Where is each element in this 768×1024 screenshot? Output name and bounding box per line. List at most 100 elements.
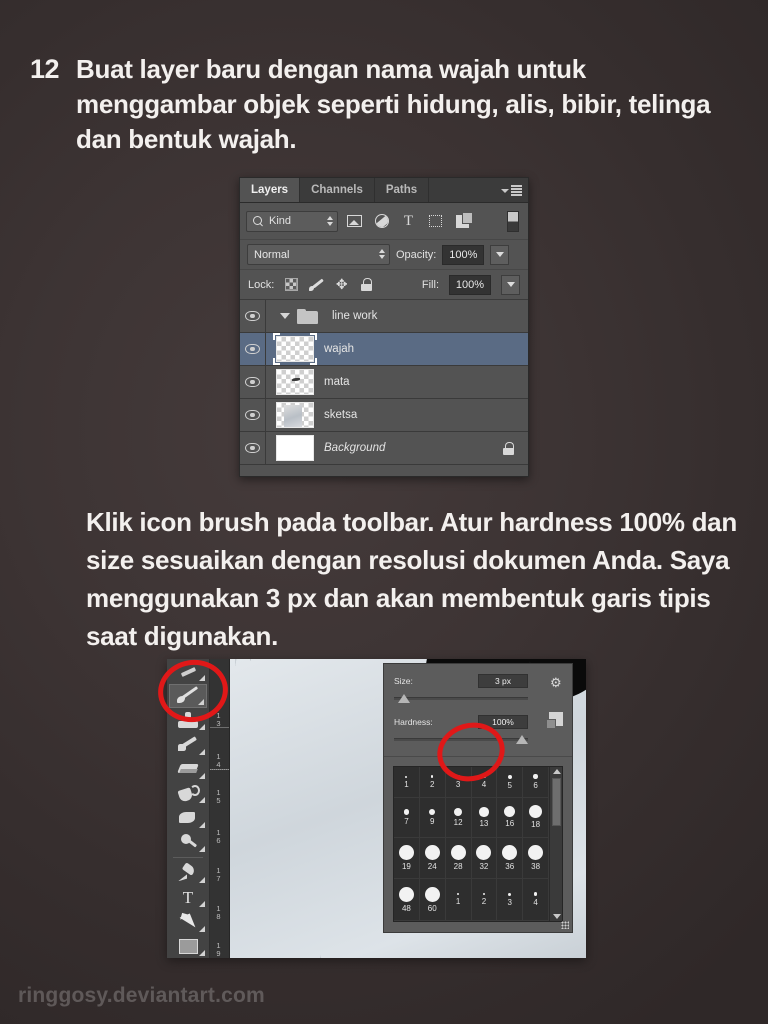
table-row[interactable]: sketsa bbox=[240, 399, 528, 432]
layer-visibility-toggle[interactable] bbox=[240, 366, 266, 398]
eraser-tool[interactable] bbox=[169, 758, 207, 781]
adjustment-filter-icon[interactable] bbox=[371, 211, 392, 232]
layer-name[interactable]: line work bbox=[332, 310, 377, 322]
step-text: Buat layer baru dengan nama wajah untuk … bbox=[76, 54, 711, 154]
history-brush-tool[interactable] bbox=[169, 733, 207, 756]
scroll-down-icon[interactable] bbox=[553, 914, 561, 919]
filter-kind-select[interactable]: Kind bbox=[246, 210, 338, 232]
tab-channels[interactable]: Channels bbox=[300, 178, 375, 202]
paint-bucket-tool[interactable] bbox=[169, 782, 207, 805]
table-row[interactable]: line work bbox=[240, 300, 528, 333]
lock-image-pixels-icon[interactable] bbox=[309, 277, 324, 292]
toolbar-divider bbox=[173, 856, 203, 858]
opacity-value[interactable]: 100% bbox=[442, 244, 485, 265]
size-slider[interactable] bbox=[394, 693, 528, 705]
lock-all-icon[interactable] bbox=[359, 277, 374, 292]
scroll-up-icon[interactable] bbox=[553, 769, 561, 774]
step-12-block: 12 Buat layer baru dengan nama wajah unt… bbox=[30, 52, 730, 157]
new-brush-preset-icon[interactable] bbox=[546, 712, 563, 729]
brush-preset-cell[interactable]: 2 bbox=[471, 879, 498, 921]
brush-preset-cell[interactable]: 16 bbox=[497, 798, 524, 838]
brush-preset-dot bbox=[398, 845, 414, 861]
layer-visibility-toggle[interactable] bbox=[240, 399, 266, 431]
lock-position-icon[interactable]: ✥ bbox=[334, 277, 349, 292]
clone-stamp-tool[interactable] bbox=[169, 709, 207, 732]
hardness-value[interactable]: 100% bbox=[478, 715, 528, 729]
brush-preset-size: 3 bbox=[507, 897, 512, 907]
fill-label: Fill: bbox=[421, 278, 439, 291]
vertical-ruler[interactable]: 13 14 15 16 17 18 19 bbox=[210, 659, 230, 958]
brush-preset-cell[interactable]: 4 bbox=[471, 767, 498, 799]
layer-name[interactable]: Background bbox=[324, 442, 385, 454]
path-selection-tool[interactable] bbox=[169, 910, 207, 933]
brush-preset-cell[interactable]: 12 bbox=[445, 798, 472, 838]
brush-preset-cell[interactable]: 1 bbox=[445, 879, 472, 921]
brush-preset-cell[interactable]: 60 bbox=[419, 879, 446, 921]
brush-grid-scrollbar[interactable] bbox=[549, 767, 562, 921]
layer-visibility-toggle[interactable] bbox=[240, 432, 266, 464]
brush-preset-cell[interactable]: 38 bbox=[523, 837, 549, 880]
lock-transparent-pixels-icon[interactable] bbox=[284, 277, 299, 292]
brush-preset-cell[interactable]: 5 bbox=[497, 767, 524, 799]
pen-tool[interactable] bbox=[169, 862, 207, 885]
brush-preset-cell[interactable]: 4 bbox=[523, 879, 549, 921]
tab-layers[interactable]: Layers bbox=[240, 178, 301, 202]
brush-preset-cell[interactable]: 28 bbox=[445, 837, 472, 880]
panel-menu-icon[interactable] bbox=[501, 184, 522, 197]
brush-preset-cell[interactable]: 24 bbox=[419, 837, 446, 880]
brush-preset-cell[interactable]: 48 bbox=[394, 879, 420, 921]
size-row: Size: 3 px bbox=[394, 674, 562, 688]
brush-preset-cell[interactable]: 32 bbox=[471, 837, 498, 880]
blend-mode-select[interactable]: Normal bbox=[247, 244, 390, 265]
table-row[interactable]: mata bbox=[240, 366, 528, 399]
brush-preset-cell[interactable]: 18 bbox=[523, 798, 549, 838]
brush-preset-cell[interactable]: 19 bbox=[394, 837, 420, 880]
blur-tool[interactable] bbox=[169, 831, 207, 854]
scrollbar-thumb[interactable] bbox=[552, 778, 561, 826]
brush-preset-cell[interactable]: 9 bbox=[419, 798, 446, 838]
layer-visibility-toggle[interactable] bbox=[240, 333, 266, 365]
layer-name[interactable]: wajah bbox=[324, 343, 354, 355]
tab-paths[interactable]: Paths bbox=[375, 178, 430, 202]
step-number: 12 bbox=[30, 54, 60, 84]
layer-name[interactable]: sketsa bbox=[324, 409, 357, 421]
brush-tool[interactable] bbox=[169, 684, 207, 708]
lock-label: Lock: bbox=[248, 278, 275, 291]
brush-preset-dot bbox=[529, 805, 543, 819]
opacity-dropdown-icon[interactable] bbox=[490, 244, 510, 265]
shape-filter-icon[interactable] bbox=[425, 211, 446, 232]
eye-icon bbox=[245, 377, 260, 387]
brush-preset-dot bbox=[533, 774, 538, 779]
brush-preset-cell[interactable]: 7 bbox=[394, 798, 420, 838]
partial-tool-above[interactable] bbox=[169, 660, 207, 683]
table-row[interactable]: Background bbox=[240, 432, 528, 465]
gradient-tool[interactable] bbox=[169, 806, 207, 829]
layers-filter-row: Kind T bbox=[240, 203, 528, 240]
gear-icon[interactable]: ⚙ bbox=[550, 676, 563, 689]
image-filter-icon[interactable] bbox=[344, 211, 365, 232]
brush-preset-grid[interactable]: 1 2 3 4 5 6 7 9 12 13 16 18 19 24 28 32 36 38 48 60 1 2 3 4 bbox=[394, 767, 549, 921]
filter-toggle-switch[interactable] bbox=[507, 210, 519, 232]
brush-preset-dot bbox=[479, 807, 489, 817]
brush-preset-size: 13 bbox=[479, 818, 489, 828]
hardness-slider[interactable] bbox=[394, 734, 528, 746]
group-expand-arrow-icon[interactable] bbox=[280, 313, 290, 319]
brush-preset-cell[interactable]: 3 bbox=[497, 879, 524, 921]
brush-preset-cell[interactable]: 6 bbox=[523, 767, 549, 799]
brush-preset-cell[interactable]: 13 bbox=[471, 798, 498, 838]
rectangle-tool[interactable] bbox=[169, 935, 207, 958]
type-tool[interactable]: T bbox=[169, 886, 207, 909]
table-row[interactable]: wajah bbox=[240, 333, 528, 366]
fill-value[interactable]: 100% bbox=[449, 274, 491, 295]
fill-dropdown-icon[interactable] bbox=[501, 274, 520, 295]
type-filter-icon[interactable]: T bbox=[398, 211, 419, 232]
brush-preset-cell[interactable]: 1 bbox=[394, 767, 420, 799]
smart-object-filter-icon[interactable] bbox=[452, 211, 473, 232]
layer-name[interactable]: mata bbox=[324, 376, 350, 388]
brush-preset-cell[interactable]: 3 bbox=[445, 767, 472, 799]
layer-visibility-toggle[interactable] bbox=[240, 300, 266, 332]
resize-grip-icon[interactable] bbox=[561, 921, 569, 929]
brush-preset-cell[interactable]: 2 bbox=[419, 767, 446, 799]
brush-preset-cell[interactable]: 36 bbox=[497, 837, 524, 880]
size-value[interactable]: 3 px bbox=[478, 674, 528, 688]
